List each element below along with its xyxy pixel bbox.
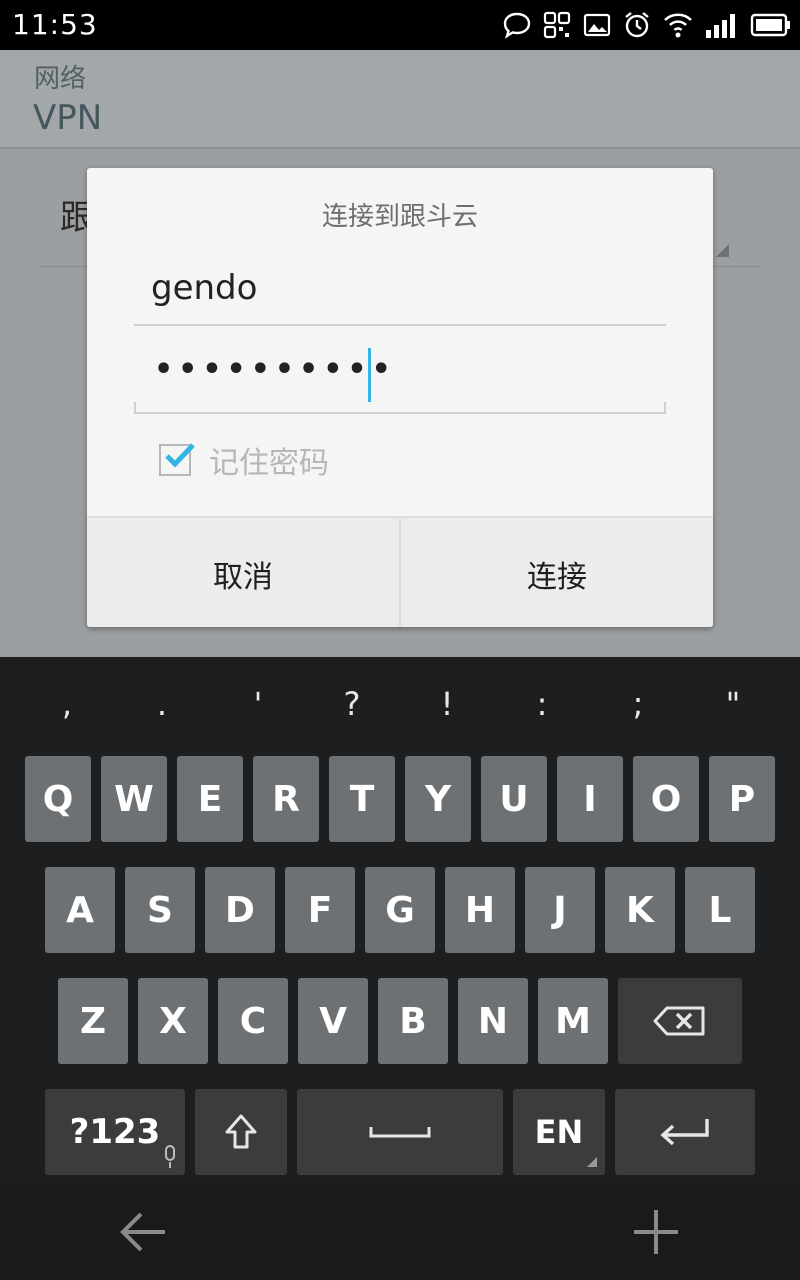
status-icons [502,8,792,42]
key-b[interactable]: B [378,978,448,1064]
backspace-icon [653,1006,705,1036]
symbols-key-label: ?123 [69,1112,161,1152]
key-o[interactable]: O [633,756,699,842]
password-value: •••••••••• [154,352,396,387]
suggestion-semicolon[interactable]: ; [618,685,658,723]
suggestion-comma[interactable]: , [47,685,87,723]
key-x[interactable]: X [138,978,208,1064]
cancel-button[interactable]: 取消 [87,518,399,627]
key-w[interactable]: W [101,756,167,842]
password-field[interactable]: •••••••••• [134,338,666,414]
key-r[interactable]: R [253,756,319,842]
connect-button[interactable]: 连接 [401,518,713,627]
dialog-button-bar: 取消 连接 [87,516,713,627]
suggestion-quote[interactable]: " [713,685,753,723]
suggestion-apostrophe[interactable]: ' [238,685,278,723]
key-s[interactable]: S [125,867,195,953]
dialog-title: 连接到跟斗云 [321,202,478,232]
key-c[interactable]: C [218,978,288,1064]
shift-key[interactable] [195,1089,287,1175]
space-icon [369,1127,431,1138]
key-h[interactable]: H [445,867,515,953]
key-y[interactable]: Y [405,756,471,842]
backspace-key[interactable] [618,978,742,1064]
key-l[interactable]: L [685,867,755,953]
key-z[interactable]: Z [58,978,128,1064]
key-a[interactable]: A [45,867,115,953]
plus-icon[interactable] [626,1202,686,1262]
username-field[interactable]: gendo [134,266,666,326]
chat-icon [503,12,531,39]
signal-icon [706,14,735,38]
text-cursor [368,348,371,402]
status-time: 11:53 [12,8,98,41]
battery-icon [750,13,790,37]
app-bar: 网络 VPN [0,50,800,148]
check-icon [165,443,195,468]
key-k[interactable]: K [605,867,675,953]
key-n[interactable]: N [458,978,528,1064]
suggestion-colon[interactable]: : [522,685,562,723]
remember-password-label: 记住密码 [209,446,329,481]
back-arrow-icon[interactable] [115,1202,175,1262]
key-p[interactable]: P [709,756,775,842]
navigation-bar [0,1184,800,1280]
alarm-icon [625,12,649,38]
breadcrumb[interactable]: 网络 [34,58,86,95]
list-item-corner-indicator [716,244,729,257]
key-q[interactable]: Q [25,756,91,842]
page-title: VPN [33,98,103,138]
key-e[interactable]: E [177,756,243,842]
key-u[interactable]: U [481,756,547,842]
language-key[interactable]: EN [513,1089,605,1175]
key-d[interactable]: D [205,867,275,953]
key-t[interactable]: T [329,756,395,842]
language-key-label: EN [534,1113,584,1151]
key-v[interactable]: V [298,978,368,1064]
scan-icon [543,11,571,39]
shift-icon [225,1114,257,1149]
wifi-icon [664,13,692,38]
suggestion-question[interactable]: ? [332,685,372,723]
symbols-key[interactable]: ?123 [45,1089,185,1175]
vpn-connect-dialog: 连接到跟斗云 gendo •••••••••• 记住密码 取消 连接 [87,168,713,627]
punctuation-suggestion-bar: , . ' ? ! : ; " [0,657,800,749]
password-field-underline [134,402,666,412]
status-bar: 11:53 [0,0,800,50]
key-m[interactable]: M [538,978,608,1064]
key-g[interactable]: G [365,867,435,953]
microphone-icon [165,1145,175,1168]
remember-password-checkbox[interactable] [159,443,195,476]
corner-triangle-icon [587,1157,597,1167]
remember-password-row[interactable]: 记住密码 [159,438,329,482]
key-j[interactable]: J [525,867,595,953]
image-icon [583,13,611,37]
username-value: gendo [151,268,258,308]
suggestion-exclamation[interactable]: ! [427,685,467,723]
space-key[interactable] [297,1089,503,1175]
soft-keyboard: , . ' ? ! : ; " Q W E R T Y U I O P A S … [0,657,800,1184]
suggestion-period[interactable]: . [142,685,182,723]
enter-key[interactable] [615,1089,755,1175]
key-i[interactable]: I [557,756,623,842]
enter-icon [660,1119,709,1146]
key-f[interactable]: F [285,867,355,953]
